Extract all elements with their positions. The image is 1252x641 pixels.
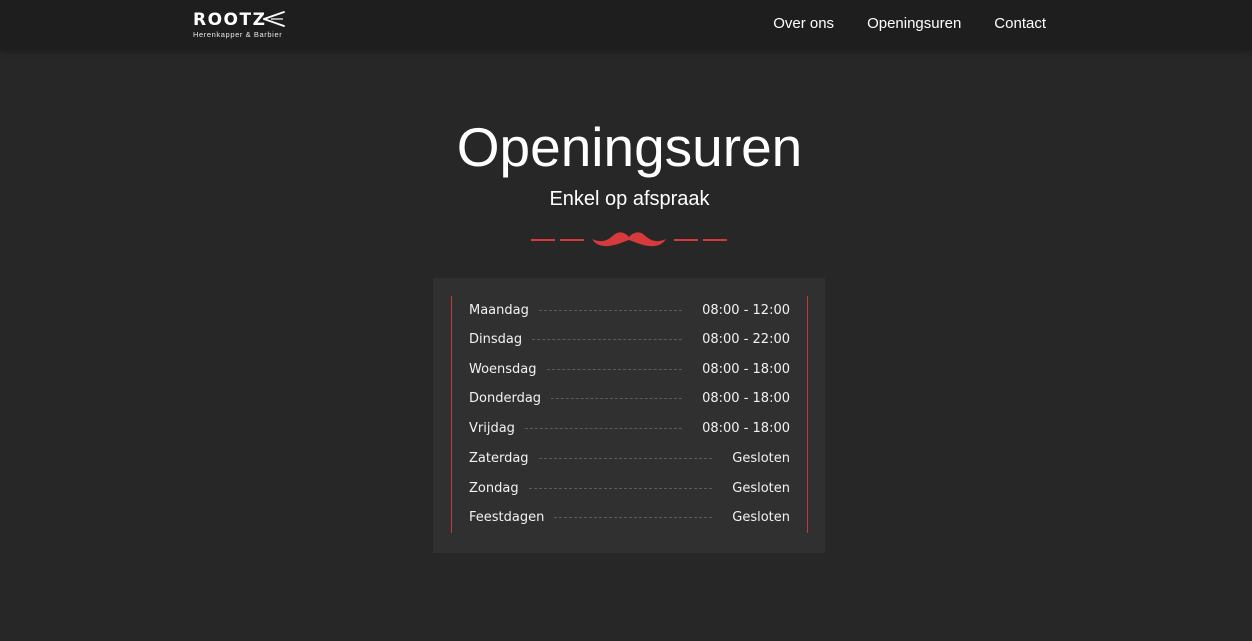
dotted-leader: [532, 338, 683, 340]
hours-row-vrijdag: Vrijdag 08:00 - 18:00: [469, 418, 790, 438]
hours-row-zaterdag: Zaterdag Gesloten: [469, 448, 790, 468]
page-subtitle: Enkel op afspraak: [549, 188, 710, 210]
day-label: Dinsdag: [469, 331, 523, 347]
time-value: Gesloten: [732, 509, 790, 525]
day-label: Zaterdag: [469, 450, 529, 466]
day-label: Feestdagen: [469, 509, 545, 525]
time-value: 08:00 - 22:00: [702, 331, 790, 347]
opening-hours-card: Maandag 08:00 - 12:00 Dinsdag 08:00 - 22…: [433, 278, 825, 553]
time-value: 08:00 - 18:00: [702, 420, 790, 436]
nav-link-over-ons[interactable]: Over ons: [773, 15, 834, 32]
dotted-leader: [524, 427, 683, 429]
time-value: 08:00 - 18:00: [702, 361, 790, 377]
hours-row-dinsdag: Dinsdag 08:00 - 22:00: [469, 329, 790, 349]
dotted-leader: [554, 516, 713, 518]
dotted-leader: [528, 487, 713, 489]
nav-link-openingsuren[interactable]: Openingsuren: [867, 15, 961, 32]
opening-hours-list: Maandag 08:00 - 12:00 Dinsdag 08:00 - 22…: [451, 296, 808, 533]
scissors-icon: [263, 11, 285, 27]
dotted-leader: [546, 368, 683, 370]
divider-dash-left-2: [560, 239, 584, 241]
main-nav: Over ons Openingsuren Contact: [773, 0, 1046, 46]
brand-logo[interactable]: ROOTZ Herenkapper & Barbier: [193, 10, 293, 40]
day-label: Vrijdag: [469, 420, 515, 436]
dotted-leader: [551, 397, 683, 399]
time-value: 08:00 - 12:00: [702, 302, 790, 318]
day-label: Maandag: [469, 302, 529, 318]
moustache-divider: [531, 232, 727, 247]
hours-row-donderdag: Donderdag 08:00 - 18:00: [469, 388, 790, 408]
divider-dash-right-2: [703, 239, 727, 241]
brand-tagline: Herenkapper & Barbier: [193, 30, 283, 39]
nav-link-contact[interactable]: Contact: [994, 15, 1046, 32]
day-label: Zondag: [469, 480, 519, 496]
day-label: Donderdag: [469, 390, 542, 406]
top-navbar: ROOTZ Herenkapper & Barbier Over ons Ope…: [0, 0, 1252, 49]
brand-name: ROOTZ: [193, 10, 267, 30]
day-label: Woensdag: [469, 361, 537, 377]
hours-row-zondag: Zondag Gesloten: [469, 478, 790, 498]
page-title: Openingsuren: [456, 116, 803, 178]
divider-dash-left-1: [531, 239, 555, 241]
hours-row-maandag: Maandag 08:00 - 12:00: [469, 300, 790, 320]
dotted-leader: [538, 309, 683, 311]
moustache-icon: [592, 232, 666, 247]
time-value: Gesloten: [732, 480, 790, 496]
hours-row-feestdagen: Feestdagen Gesloten: [469, 507, 790, 527]
hours-row-woensdag: Woensdag 08:00 - 18:00: [469, 359, 790, 379]
time-value: 08:00 - 18:00: [702, 390, 790, 406]
divider-dash-right-1: [674, 239, 698, 241]
dotted-leader: [538, 457, 713, 459]
time-value: Gesloten: [732, 450, 790, 466]
